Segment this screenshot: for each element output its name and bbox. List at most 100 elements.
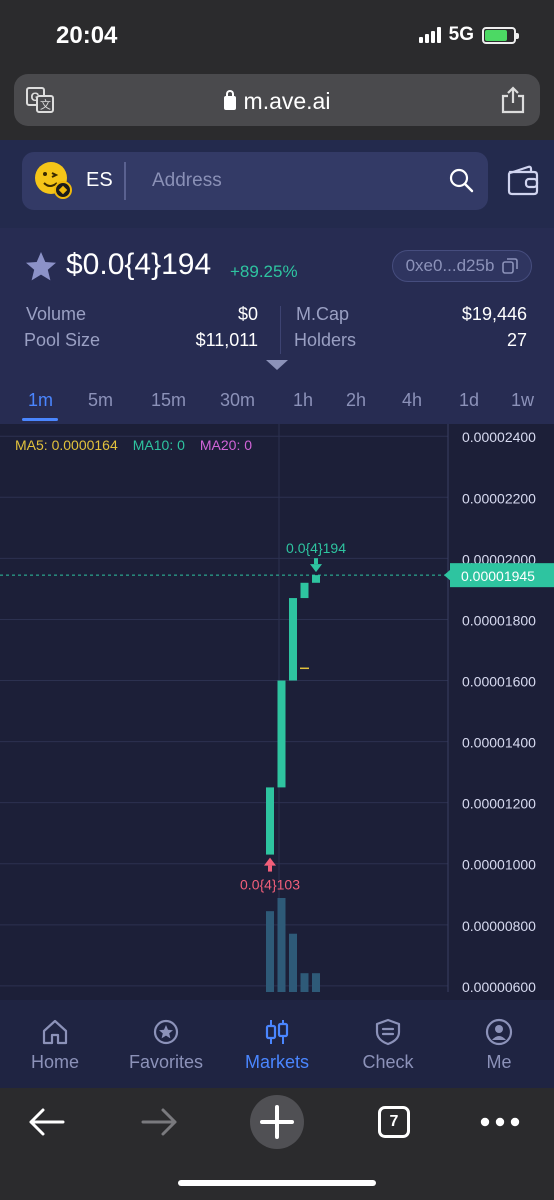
signal-icon [418, 27, 441, 43]
y-tick-label: 0.00001600 [462, 674, 536, 690]
stat-mcap-label: M.Cap [296, 304, 350, 324]
favorites-icon [153, 1019, 179, 1045]
search-divider [124, 162, 126, 200]
tab-1d[interactable]: 1d [459, 390, 479, 411]
tabs-button[interactable]: 7 [374, 1102, 414, 1142]
url-text[interactable]: m.ave.ai [14, 88, 540, 115]
me-icon [485, 1018, 513, 1046]
nav-home[interactable]: Home [0, 1018, 110, 1073]
tab-2h[interactable]: 2h [346, 390, 366, 411]
back-button[interactable] [24, 1102, 68, 1142]
current-price-label: 0.00001945 [461, 568, 535, 584]
candle [289, 598, 297, 681]
stat-holders-value: 27 [506, 330, 527, 350]
forward-arrow-icon [141, 1108, 177, 1136]
y-tick-label: 0.00000800 [462, 918, 536, 934]
wallet-icon[interactable] [506, 164, 540, 196]
candle [266, 787, 274, 855]
tabs-count: 7 [378, 1106, 410, 1138]
tab-1h[interactable]: 1h [293, 390, 313, 411]
url-bar[interactable]: G 文 m.ave.ai [14, 74, 540, 126]
ma5-legend: MA5: 0.0000164 [15, 437, 118, 453]
battery-icon [482, 26, 519, 44]
tab-4h[interactable]: 4h [402, 390, 422, 411]
volume-bar [289, 933, 297, 992]
lock-icon [223, 90, 236, 110]
contract-address: 0xe0...d25b [405, 256, 495, 275]
nav-home-label: Home [30, 1052, 79, 1072]
forward-button[interactable] [138, 1102, 182, 1142]
low-marker-arrow [264, 857, 276, 866]
timeframe-tabs: 1m 5m 15m 30m 1h 2h 4h 1d 1w [0, 378, 554, 424]
y-tick-label: 0.00002400 [462, 429, 536, 445]
stat-holders-label: Holders [294, 330, 357, 350]
token-price: $0.0{4}194 [66, 248, 212, 281]
nav-me-label: Me [486, 1052, 512, 1072]
more-icon [480, 1117, 520, 1127]
tab-1m[interactable]: 1m [28, 390, 53, 411]
nav-check-label: Check [362, 1052, 414, 1072]
share-icon[interactable] [500, 86, 526, 114]
browser-toolbar: G 文 m.ave.ai [0, 70, 554, 140]
app-header: ES [0, 140, 554, 228]
check-icon [375, 1018, 401, 1046]
expand-caret-icon[interactable] [266, 360, 288, 370]
nav-me[interactable]: Me [444, 1018, 554, 1073]
candle [300, 582, 309, 599]
nav-markets[interactable]: Markets [222, 1018, 332, 1073]
status-bar: 20:04 5G [0, 0, 554, 70]
y-tick-label: 0.00000600 [462, 979, 536, 992]
markets-icon [265, 1020, 289, 1044]
y-tick-label: 0.00001000 [462, 857, 536, 873]
y-tick-label: 0.00001400 [462, 735, 536, 751]
nav-favorites[interactable]: Favorites [111, 1018, 221, 1073]
stat-volume-label: Volume [26, 304, 87, 324]
favorite-star-icon[interactable] [24, 250, 58, 284]
high-price-label: 0.0{4}194 [286, 540, 346, 556]
high-marker-stem [314, 558, 318, 565]
price-chart[interactable]: 0.00002400 0.00002200 0.00002000 0.00001800… [0, 424, 554, 992]
nav-favorites-label: Favorites [128, 1052, 204, 1072]
low-marker-stem [268, 865, 272, 872]
chain-avatar-icon[interactable] [34, 161, 72, 199]
more-button[interactable] [478, 1102, 522, 1142]
search-box: ES [22, 152, 488, 210]
high-marker-arrow [310, 564, 322, 573]
stat-pool-value: $11,011 [195, 330, 258, 350]
back-arrow-icon [29, 1108, 65, 1136]
chain-label[interactable]: ES [86, 169, 113, 192]
tab-5m[interactable]: 5m [88, 390, 113, 411]
tab-15m[interactable]: 15m [151, 390, 186, 411]
stat-volume-value: $0 [237, 304, 258, 324]
price-change: +89.25% [230, 262, 298, 281]
y-tick-label: 0.00002200 [462, 490, 536, 506]
status-time: 20:04 [56, 22, 118, 49]
nav-check[interactable]: Check [333, 1018, 443, 1073]
stat-pool-size: Pool Size $11,011 [24, 330, 258, 351]
home-icon [42, 1019, 68, 1045]
copy-icon[interactable] [502, 258, 519, 274]
network-label: 5G [448, 24, 474, 45]
candle [277, 680, 286, 788]
new-tab-button[interactable] [249, 1094, 305, 1150]
volume-bar [312, 973, 320, 992]
tab-1w[interactable]: 1w [511, 390, 534, 411]
candle [312, 575, 320, 583]
contract-address-badge[interactable]: 0xe0...d25b [392, 250, 532, 282]
stat-mcap-value: $19,446 [461, 304, 527, 324]
active-tab-underline [22, 418, 58, 421]
status-indicators: 5G [418, 24, 519, 46]
plus-icon [250, 1095, 304, 1149]
home-indicator [178, 1180, 376, 1186]
stat-pool-label: Pool Size [24, 330, 101, 350]
stat-holders: Holders 27 [294, 330, 527, 351]
tab-30m[interactable]: 30m [220, 390, 255, 411]
search-icon[interactable] [448, 167, 474, 193]
y-tick-label: 0.00001200 [462, 796, 536, 812]
volume-bar [300, 973, 309, 992]
nav-markets-label: Markets [244, 1052, 309, 1072]
ma20-legend: MA20: 0 [199, 437, 253, 453]
address-search-input[interactable] [152, 166, 422, 196]
candlestick-chart[interactable]: 0.000024000.000022000.000020000.00001800… [0, 424, 554, 992]
volume-bar [266, 911, 274, 992]
